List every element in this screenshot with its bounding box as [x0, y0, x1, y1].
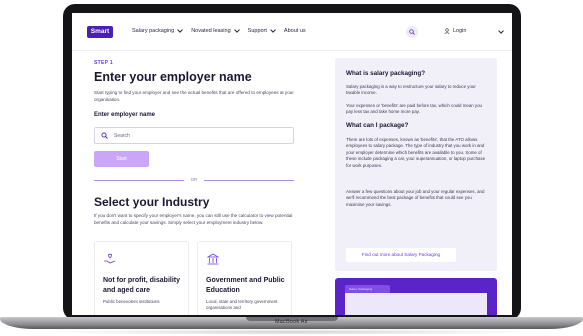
- folder-illustration: Salary Packaging: [335, 278, 497, 315]
- nav-about-us[interactable]: About us: [284, 28, 306, 34]
- or-text: OR: [190, 177, 198, 182]
- folder-label: Salary Packaging: [349, 287, 373, 291]
- nav-link-label: Support: [247, 28, 267, 34]
- nav-salary-packaging[interactable]: Salary packaging: [132, 27, 184, 34]
- panel-paragraph-2: Your expenses or 'benefits' are paid bef…: [346, 103, 482, 115]
- find-out-more-button[interactable]: Find out more about Salary Packaging: [346, 248, 456, 262]
- industry-description: If you don't want to specify your employ…: [94, 213, 293, 225]
- employer-field-label: Enter employer name: [94, 112, 156, 118]
- login-button[interactable]: Login: [444, 28, 466, 34]
- search-icon: [409, 29, 415, 35]
- laptop-mockup: Smart Salary packaging Novated leasing S…: [0, 0, 583, 336]
- card-title: Not for profit, disability and aged care: [103, 277, 180, 294]
- device-label: MacBook Air: [274, 319, 309, 325]
- panel-question-2: What can I package?: [346, 122, 409, 129]
- card-text: Public benevolent institutions: [103, 299, 160, 304]
- employer-search-input[interactable]: [114, 131, 284, 141]
- start-button[interactable]: Start: [94, 151, 149, 167]
- laptop-shadow: [40, 329, 543, 335]
- search-button[interactable]: [406, 26, 418, 38]
- screen: Smart Salary packaging Novated leasing S…: [72, 13, 512, 315]
- login-label: Login: [453, 28, 467, 34]
- intro-text: Start typing to find your employer and s…: [94, 90, 294, 102]
- folder-document: [345, 293, 487, 315]
- industry-title: Select your Industry: [94, 195, 210, 209]
- nav-novated-leasing[interactable]: Novated leasing: [191, 27, 240, 34]
- industry-card-government[interactable]: Government and Public Education Local, s…: [197, 241, 292, 315]
- chevron-down-icon: [177, 27, 184, 33]
- card-text: Local, state and territory government or…: [206, 299, 278, 310]
- panel-question-1: What is salary packaging?: [346, 70, 426, 77]
- divider-line: [94, 180, 184, 181]
- government-building-icon: [206, 253, 220, 265]
- chevron-down-icon: [233, 27, 240, 33]
- hand-heart-icon: [104, 253, 116, 264]
- search-icon: [101, 132, 108, 139]
- user-icon: [444, 28, 450, 34]
- nav-link-label: Salary packaging: [132, 28, 175, 34]
- nav-link-label: About us: [283, 28, 306, 34]
- panel-paragraph-3: There are lots of expenses, known as 'be…: [346, 137, 486, 168]
- chevron-down-icon[interactable]: [498, 28, 504, 34]
- card-title: Government and Public Education: [206, 277, 285, 294]
- divider-line: [204, 180, 294, 181]
- nav-link-label: Novated leasing: [191, 28, 231, 34]
- top-nav: Smart Salary packaging Novated leasing S…: [72, 13, 512, 51]
- panel-paragraph-4: Answer a few questions about your job an…: [346, 189, 485, 207]
- chevron-down-icon: [270, 27, 276, 33]
- smart-logo[interactable]: Smart: [87, 26, 113, 38]
- employer-search-field[interactable]: [94, 127, 294, 144]
- industry-card-not-for-profit[interactable]: Not for profit, disability and aged care…: [94, 241, 189, 315]
- page-title: Enter your employer name: [94, 70, 252, 84]
- nav-support[interactable]: Support: [247, 27, 276, 34]
- or-divider: OR: [94, 176, 294, 184]
- panel-paragraph-1: Salary packaging is a way to restructure…: [346, 84, 476, 96]
- nav-links: Salary packaging Novated leasing Support…: [132, 27, 306, 34]
- step-label: STEP 1: [94, 60, 113, 66]
- info-panel: What is salary packaging? Salary packagi…: [335, 58, 497, 271]
